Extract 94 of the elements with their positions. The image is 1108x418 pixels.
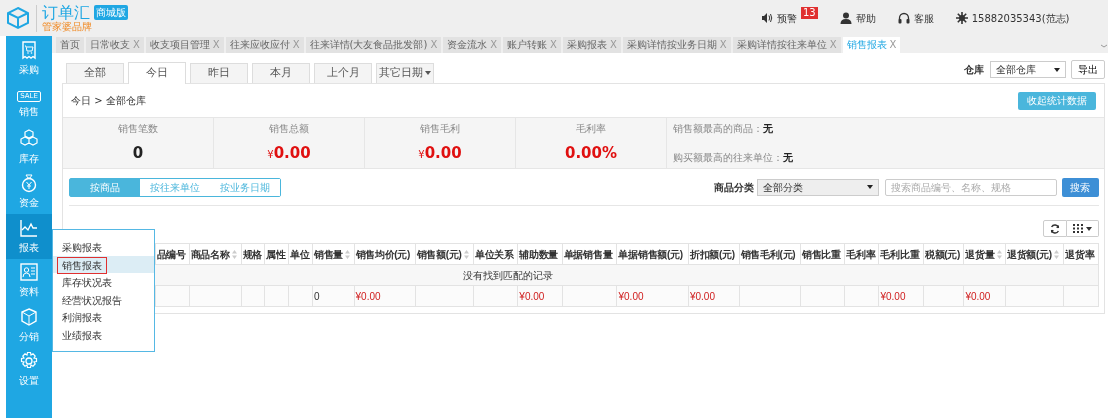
column-header: 销售均价(元) [354, 243, 416, 265]
contact-card-icon [19, 262, 39, 283]
refresh-icon [1049, 223, 1060, 234]
person-icon [839, 12, 852, 24]
column-header: 辅助数量 [517, 243, 563, 265]
column-header: 单位 [288, 243, 313, 265]
page-tab[interactable]: 采购详情按往来单位 X [732, 37, 841, 53]
sidebar-item[interactable]: 报表 [6, 214, 52, 259]
tab-close-button[interactable]: X [889, 39, 897, 50]
column-header: 单据销售额(元) [617, 243, 689, 265]
brand-name: 订单汇 [42, 4, 90, 21]
menu-item[interactable]: 业绩报表 [53, 325, 154, 343]
column-header: 税额(元) [923, 243, 964, 265]
page-tab[interactable]: 往来应收应付 X [225, 37, 304, 53]
stat-value: 0.00% [564, 143, 617, 165]
logo-cube-icon [6, 6, 30, 30]
stat-value: ¥0.00 [418, 143, 462, 165]
header-link[interactable]: 帮助 [855, 10, 876, 26]
date-tab[interactable]: 今日 [128, 62, 186, 84]
header-link[interactable]: 预警 [776, 10, 797, 26]
speaker-icon [760, 12, 773, 24]
sort-icon[interactable] [231, 250, 237, 260]
menu-item[interactable]: 采购报表 [53, 238, 154, 256]
search-button[interactable]: 搜索 [1062, 177, 1099, 197]
page-tab[interactable]: 采购报表 X [562, 37, 621, 53]
stat-value: 0 [132, 143, 144, 165]
line-chart-icon [19, 217, 39, 238]
category-select[interactable]: 全部分类 [757, 178, 879, 196]
page-tab[interactable]: 首页 [56, 37, 84, 53]
date-tab[interactable]: 昨日 [190, 63, 248, 83]
page-tab[interactable]: 资金流水 X [443, 37, 502, 53]
menu-item[interactable]: 利润报表 [53, 308, 154, 326]
grid-icon [1072, 224, 1083, 233]
menu-item[interactable]: 经营状况报告 [53, 290, 154, 308]
sidebar-item[interactable]: 库存 [6, 125, 52, 170]
page-tab[interactable]: 销售报表 X [842, 37, 901, 53]
stat-label: 销售总额 [269, 122, 309, 137]
receipt-cart-icon [19, 39, 39, 60]
sidebar-item[interactable]: 资料 [6, 258, 52, 303]
sidebar-item[interactable]: 采购 [6, 36, 52, 81]
warehouse-label: 仓库 [964, 63, 985, 77]
stat-label: 销售毛利 [420, 122, 460, 137]
column-header[interactable]: 商品名称 [189, 243, 242, 265]
column-header: 属性 [264, 243, 289, 265]
sidebar-item[interactable]: 分销 [6, 303, 52, 348]
sidebar-item[interactable]: 设置 [6, 347, 52, 392]
stat-label: 毛利率 [576, 122, 606, 137]
page-tab[interactable]: 账户转账 X [503, 37, 561, 53]
sort-icon[interactable] [996, 250, 1002, 260]
column-header[interactable]: 退货额(元) [1005, 243, 1064, 265]
sub-brand: 管家婆品牌 [42, 20, 93, 32]
page-tab[interactable]: 往来详情(大友食品批发部) X [305, 37, 442, 53]
menu-item[interactable]: 销售报表 [53, 255, 154, 273]
date-tab[interactable]: 全部 [66, 63, 124, 83]
column-header: 单位关系 [473, 243, 518, 265]
column-header: 规格 [241, 243, 265, 265]
cube-icon [19, 306, 39, 327]
sidebar-item[interactable]: 资金 [6, 169, 52, 214]
export-button[interactable]: 导出 [1071, 60, 1106, 79]
user-account-link[interactable]: 15882035343(范志) [971, 10, 1070, 26]
header-link[interactable]: 客服 [913, 10, 934, 26]
column-header: 单据销售量 [562, 243, 617, 265]
alert-count-badge: 13 [800, 7, 818, 19]
column-header: 销售毛利(元) [739, 243, 801, 265]
page-tab[interactable]: 日常收支 X [86, 37, 144, 53]
edition-badge: 商城版 [94, 4, 128, 20]
stat-value: ¥0.00 [267, 143, 311, 165]
search-field[interactable]: 搜索商品编号、名称、规格 [884, 178, 1057, 196]
money-bag-icon [19, 173, 39, 194]
column-header[interactable]: 退货量 [963, 243, 1006, 265]
column-header: 退货率 [1063, 243, 1098, 265]
highlight-text: 购买额最高的往来单位：无 [672, 151, 793, 165]
column-header: 毛利比重 [878, 243, 924, 265]
column-header[interactable]: 销售量 [312, 243, 355, 265]
category-label: 商品分类 [714, 180, 755, 195]
warehouse-select[interactable]: 全部仓库 [989, 61, 1066, 78]
breadcrumb: 今日 > 全部仓库 [71, 94, 146, 108]
sort-icon[interactable] [345, 250, 351, 260]
columns-button[interactable] [1066, 220, 1099, 237]
page-tab[interactable]: 采购详情按业务日期 X [622, 37, 731, 53]
sort-icon[interactable] [1053, 250, 1059, 260]
column-header: 毛利率 [844, 243, 879, 265]
column-header: 销售比重 [800, 243, 845, 265]
refresh-button[interactable] [1042, 220, 1067, 237]
date-tab[interactable]: 上个月 [314, 63, 372, 83]
column-header: 折扣额(元) [688, 243, 740, 265]
page-tab[interactable]: 收支项目管理 X [145, 37, 224, 53]
highlight-text: 销售额最高的商品：无 [672, 122, 774, 136]
sort-icon[interactable] [463, 250, 469, 260]
column-header[interactable]: 销售额(元) [415, 243, 474, 265]
date-tab[interactable]: 本月 [252, 63, 310, 83]
headphones-icon [897, 12, 910, 24]
date-tab[interactable]: 其它日期 [376, 63, 434, 83]
stat-label: 销售笔数 [118, 122, 158, 137]
